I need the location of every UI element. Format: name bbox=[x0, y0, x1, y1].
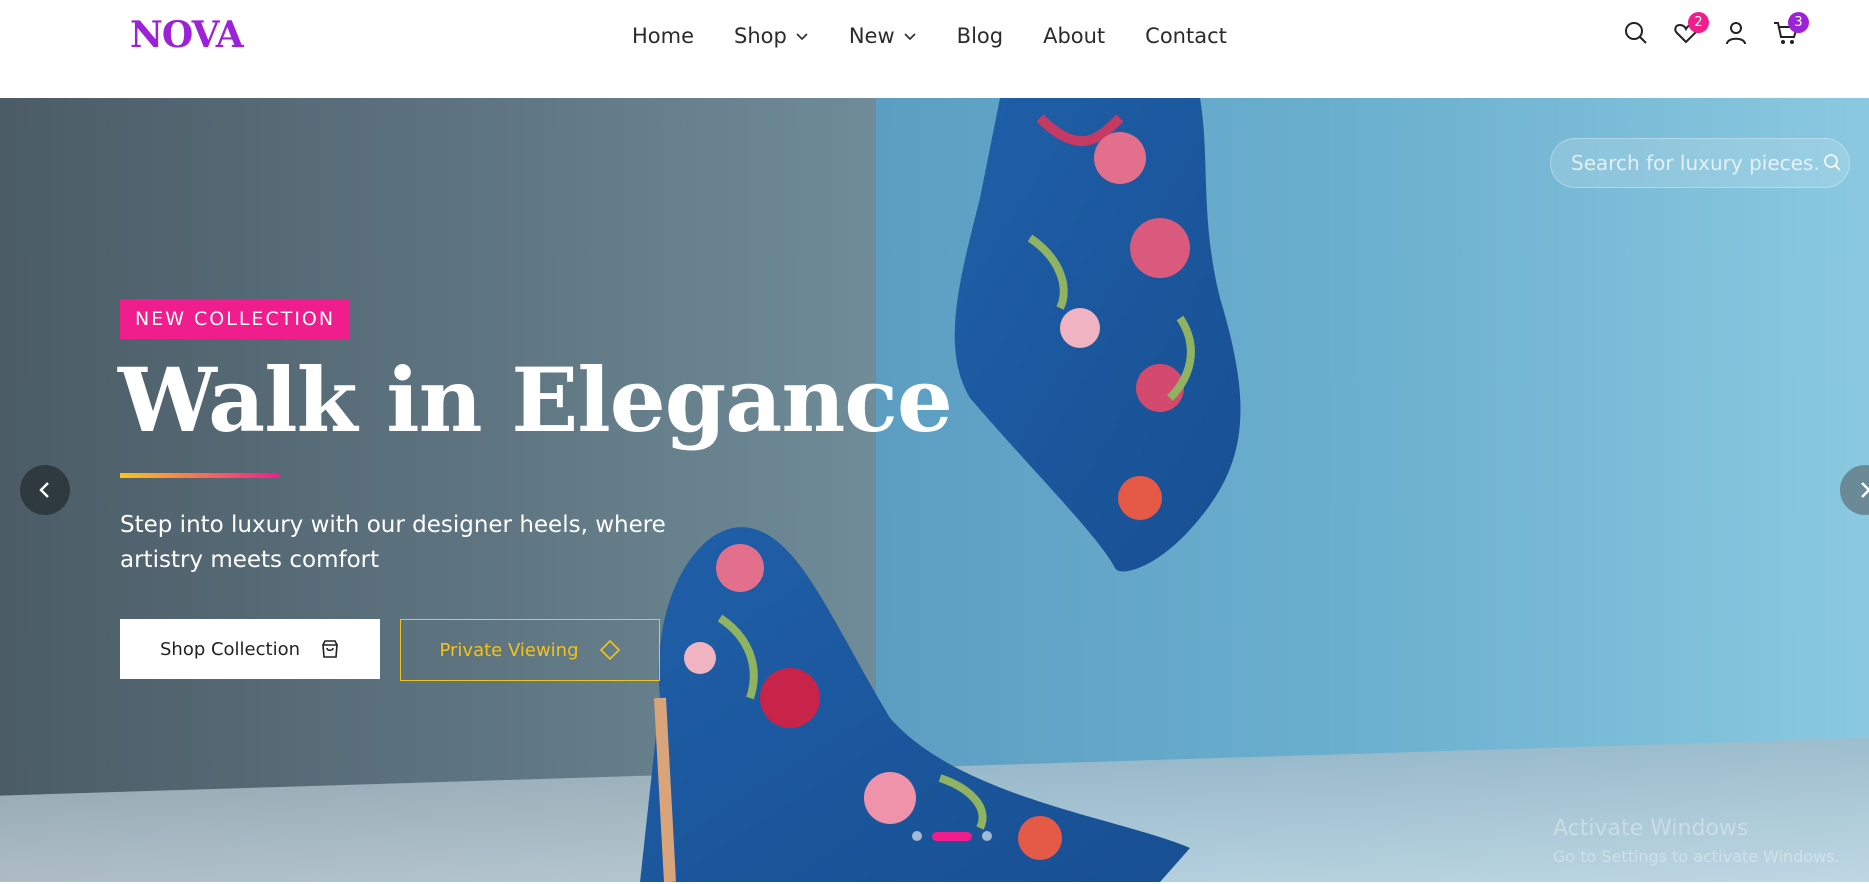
hero-subtitle: Step into luxury with our designer heels… bbox=[120, 512, 666, 573]
nav-item-about[interactable]: About bbox=[1043, 22, 1105, 50]
collection-tag: NEW COLLECTION bbox=[120, 299, 351, 339]
nav-item-label: Blog bbox=[956, 24, 1004, 48]
watermark-line-1: Activate Windows bbox=[1553, 816, 1749, 841]
shopping-bag-icon bbox=[322, 640, 338, 658]
nav-item-blog[interactable]: Blog bbox=[957, 22, 1003, 50]
diamond-icon bbox=[599, 639, 620, 661]
cart-button[interactable]: 3 bbox=[1773, 12, 1809, 46]
chevron-right-icon bbox=[1861, 482, 1869, 498]
nav-item-contact[interactable]: Contact bbox=[1145, 22, 1227, 50]
nav-item-label: About bbox=[1043, 24, 1106, 48]
wishlist-button[interactable]: 2 bbox=[1673, 12, 1709, 46]
main-nav: Home Shop New Blog About Contact bbox=[632, 22, 1267, 50]
nav-item-label: New bbox=[848, 24, 895, 48]
hero-title: Walk in Elegance bbox=[118, 348, 953, 452]
os-activation-watermark: Activate Windows Go to Settings to activ… bbox=[1553, 816, 1840, 866]
chevron-left-icon bbox=[39, 482, 49, 498]
previous-slide-button[interactable] bbox=[20, 465, 70, 515]
shop-collection-button[interactable]: Shop Collection bbox=[120, 619, 380, 679]
search-icon[interactable] bbox=[1823, 153, 1843, 173]
nav-item-label: Shop bbox=[734, 24, 787, 48]
brand-logo[interactable]: NOVA bbox=[130, 14, 244, 56]
slide-indicators bbox=[912, 831, 992, 841]
nav-item-shop[interactable]: Shop bbox=[734, 22, 809, 50]
button-label: Private Viewing bbox=[439, 639, 579, 661]
watermark-line-2: Go to Settings to activate Windows. bbox=[1553, 847, 1840, 866]
nav-item-label: Contact bbox=[1145, 24, 1227, 48]
nav-item-home[interactable]: Home bbox=[632, 22, 694, 50]
nav-item-new[interactable]: New bbox=[849, 22, 917, 50]
button-label: Shop Collection bbox=[159, 638, 301, 660]
title-underline bbox=[120, 473, 280, 478]
slide-dot-3[interactable] bbox=[982, 831, 992, 841]
hero-shoes-image bbox=[640, 98, 1241, 882]
hero-background bbox=[0, 98, 1869, 882]
search-button[interactable] bbox=[1623, 20, 1649, 46]
wishlist-count-badge: 2 bbox=[1688, 12, 1709, 33]
nav-item-label: Home bbox=[632, 24, 695, 48]
search-icon bbox=[1625, 22, 1647, 44]
site-header: NOVA Home Shop New Blog About Contact 2 … bbox=[0, 0, 1869, 98]
account-button[interactable] bbox=[1723, 20, 1749, 46]
chevron-down-icon bbox=[795, 29, 809, 43]
slide-dot-1[interactable] bbox=[912, 831, 922, 841]
user-icon bbox=[1726, 22, 1746, 45]
header-actions: 2 3 bbox=[1599, 12, 1809, 46]
hero-search-bar[interactable] bbox=[1550, 138, 1850, 188]
chevron-down-icon bbox=[903, 29, 917, 43]
search-input[interactable] bbox=[1571, 151, 1821, 175]
cart-count-badge: 3 bbox=[1788, 12, 1809, 33]
private-viewing-button[interactable]: Private Viewing bbox=[400, 619, 660, 681]
hero-slider: NEW COLLECTION Walk in Elegance Step int… bbox=[0, 98, 1869, 882]
slide-dot-2[interactable] bbox=[932, 831, 972, 841]
